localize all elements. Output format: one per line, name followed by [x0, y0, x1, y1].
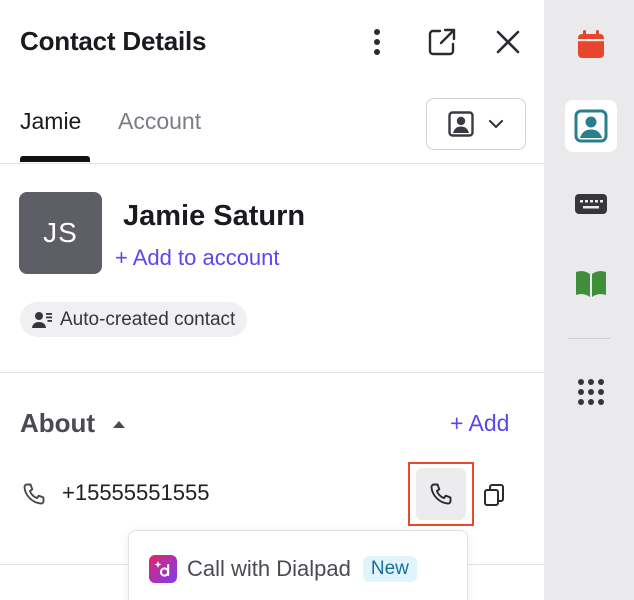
call-with-dialpad-label: Call with Dialpad: [187, 556, 351, 581]
rail-item-knowledge[interactable]: [565, 258, 617, 310]
more-vertical-icon: [374, 29, 380, 55]
contact-card-icon: [448, 111, 474, 137]
contact-details-panel: Contact Details Jamie Account JS Jamie S…: [0, 0, 544, 600]
tab-jamie[interactable]: Jamie: [20, 108, 81, 135]
close-button[interactable]: [490, 24, 526, 60]
about-title: About: [20, 408, 96, 438]
rail-item-calendar[interactable]: [565, 18, 617, 70]
right-rail: [544, 0, 634, 600]
view-select-dropdown[interactable]: [426, 98, 526, 150]
more-options-button[interactable]: [359, 24, 395, 60]
phone-icon: [430, 483, 452, 505]
book-icon: [576, 271, 606, 297]
panel-title: Contact Details: [20, 26, 207, 56]
close-icon: [496, 30, 520, 54]
add-to-account-link[interactable]: + Add to account: [115, 245, 280, 271]
chevron-down-icon: [488, 119, 504, 129]
rail-item-keyboard[interactable]: [565, 178, 617, 230]
apps-grid-icon: [578, 379, 604, 405]
call-options-popover: Call with Dialpad New: [128, 530, 468, 600]
contact-name: Jamie Saturn: [123, 200, 306, 232]
phone-icon: [22, 482, 46, 511]
contact-card-icon: [574, 109, 608, 143]
external-link-icon: [428, 28, 456, 56]
chip-label: Auto-created contact: [60, 308, 236, 330]
rail-divider: [568, 338, 610, 339]
tab-account[interactable]: Account: [118, 108, 201, 135]
auto-created-chip: Auto-created contact: [20, 302, 248, 337]
keyboard-icon: [575, 194, 607, 214]
divider: [0, 372, 544, 373]
person-list-icon: [32, 311, 52, 328]
add-about-button[interactable]: + Add: [450, 410, 509, 437]
copy-icon: [484, 484, 504, 506]
divider: [0, 163, 544, 164]
phone-number[interactable]: +15555551555: [62, 480, 209, 506]
rail-item-contacts[interactable]: [565, 100, 617, 152]
call-with-dialpad-option[interactable]: Call with Dialpad New: [149, 555, 417, 583]
calendar-icon: [578, 30, 604, 58]
caret-up-icon: [113, 420, 126, 428]
active-tab-indicator: [20, 156, 90, 162]
rail-item-apps[interactable]: [565, 366, 617, 418]
dialpad-logo-icon: [149, 555, 177, 583]
new-badge: New: [362, 556, 417, 582]
about-section-toggle[interactable]: About: [20, 408, 126, 439]
avatar: JS: [19, 192, 102, 274]
copy-button[interactable]: [474, 470, 514, 520]
avatar-initials: JS: [43, 217, 78, 248]
call-button[interactable]: [416, 468, 466, 520]
open-external-button[interactable]: [424, 24, 460, 60]
